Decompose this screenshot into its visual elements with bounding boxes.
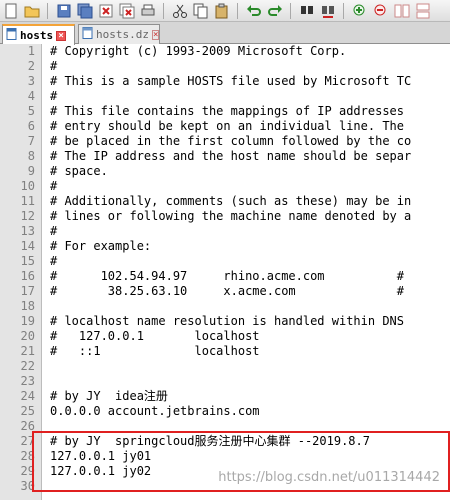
code-line[interactable] (42, 299, 450, 314)
line-number: 12 (20, 209, 35, 223)
line-number: 8 (27, 149, 35, 163)
tab-bar: hosts × hosts.dz × (0, 22, 450, 45)
redo-icon[interactable] (266, 2, 283, 19)
code-line[interactable]: # This file contains the mappings of IP … (42, 104, 450, 119)
toolbar-separator (237, 2, 238, 19)
save-all-icon[interactable] (76, 2, 93, 19)
cut-icon[interactable] (171, 2, 188, 19)
line-number: 9 (27, 164, 35, 178)
line-number: 16 (20, 269, 35, 283)
save-icon[interactable] (55, 2, 72, 19)
line-number: 11 (20, 194, 35, 208)
line-number: 13 (20, 224, 35, 238)
tab-hosts-dz[interactable]: hosts.dz × (78, 24, 160, 44)
line-number: 10 (20, 179, 35, 193)
line-number: 19 (20, 314, 35, 328)
code-line[interactable]: # (42, 224, 450, 239)
line-number: 26 (20, 419, 35, 433)
line-number: 22 (20, 359, 35, 373)
line-number: 3 (27, 74, 35, 88)
find-icon[interactable] (298, 2, 315, 19)
code-line[interactable] (42, 374, 450, 389)
close-all-icon[interactable] (118, 2, 135, 19)
print-icon[interactable] (139, 2, 156, 19)
code-line[interactable]: # be placed in the first column followed… (42, 134, 450, 149)
line-number: 14 (20, 239, 35, 253)
line-number: 1 (27, 44, 35, 58)
line-number: 17 (20, 284, 35, 298)
code-line[interactable]: # entry should be kept on an individual … (42, 119, 450, 134)
line-number: 4 (27, 89, 35, 103)
close-tab-icon[interactable]: × (151, 29, 160, 40)
code-line[interactable]: # 127.0.0.1 localhost (42, 329, 450, 344)
new-file-icon[interactable] (2, 2, 19, 19)
line-number: 25 (20, 404, 35, 418)
code-line[interactable]: # 38.25.63.10 x.acme.com # (42, 284, 450, 299)
close-icon[interactable] (97, 2, 114, 19)
line-number: 29 (20, 464, 35, 478)
code-line[interactable]: 0.0.0.0 account.jetbrains.com (42, 404, 450, 419)
line-number: 5 (27, 104, 35, 118)
replace-icon[interactable] (319, 2, 336, 19)
code-line[interactable]: # This is a sample HOSTS file used by Mi… (42, 74, 450, 89)
code-line[interactable]: # Copyright (c) 1993-2009 Microsoft Corp… (42, 44, 450, 59)
line-number: 15 (20, 254, 35, 268)
code-line[interactable]: # (42, 89, 450, 104)
code-line[interactable] (42, 359, 450, 374)
open-file-icon[interactable] (23, 2, 40, 19)
code-line[interactable]: # lines or following the machine name de… (42, 209, 450, 224)
undo-icon[interactable] (245, 2, 262, 19)
line-number: 27 (20, 434, 35, 448)
toolbar-separator (47, 2, 48, 19)
code-line[interactable]: # by JY springcloud服务注册中心集群 --2019.8.7 (42, 434, 450, 449)
toolbar-separator (163, 2, 164, 19)
sync-h-icon[interactable] (414, 2, 431, 19)
code-line[interactable]: # ::1 localhost (42, 344, 450, 359)
file-icon (82, 27, 93, 42)
line-number: 23 (20, 374, 35, 388)
code-line[interactable]: # For example: (42, 239, 450, 254)
toolbar-separator (343, 2, 344, 19)
zoom-out-icon[interactable] (372, 2, 389, 19)
code-line[interactable]: # (42, 59, 450, 74)
close-tab-icon[interactable]: × (56, 30, 67, 41)
code-line[interactable]: 127.0.0.1 jy01 (42, 449, 450, 464)
paste-icon[interactable] (213, 2, 230, 19)
code-line[interactable]: # by JY idea注册 (42, 389, 450, 404)
code-line[interactable]: # The IP address and the host name shoul… (42, 149, 450, 164)
toolbar (0, 0, 450, 22)
sync-v-icon[interactable] (393, 2, 410, 19)
line-number: 28 (20, 449, 35, 463)
toolbar-separator (290, 2, 291, 19)
code-line[interactable]: # (42, 179, 450, 194)
line-number: 6 (27, 119, 35, 133)
code-line[interactable]: # Additionally, comments (such as these)… (42, 194, 450, 209)
editor[interactable]: 1 2 3 4 5 6 7 8 9 10 11 12 13 14 15 16 17 18 19 20 21 22 23 24 2… (0, 44, 450, 500)
file-icon (6, 28, 17, 43)
line-number: 21 (20, 344, 35, 358)
line-number-gutter: 1 2 3 4 5 6 7 8 9 10 11 12 13 14 15 16 17 18 19 20 21 22 23 24 2… (0, 44, 42, 500)
zoom-in-icon[interactable] (351, 2, 368, 19)
line-number: 24 (20, 389, 35, 403)
code-line[interactable] (42, 419, 450, 434)
code-line[interactable]: # localhost name resolution is handled w… (42, 314, 450, 329)
line-number: 7 (27, 134, 35, 148)
copy-icon[interactable] (192, 2, 209, 19)
watermark: https://blog.csdn.net/u011314442 (218, 470, 440, 485)
tab-hosts[interactable]: hosts × (2, 24, 75, 45)
tab-label: hosts (20, 29, 54, 42)
tab-label: hosts.dz (96, 28, 149, 41)
line-number: 18 (20, 299, 35, 313)
code-line[interactable]: # (42, 254, 450, 269)
line-number: 20 (20, 329, 35, 343)
line-number: 30 (20, 479, 35, 493)
code-line[interactable]: # space. (42, 164, 450, 179)
code-line[interactable]: # 102.54.94.97 rhino.acme.com # (42, 269, 450, 284)
line-number: 2 (27, 59, 35, 73)
code-area[interactable]: # Copyright (c) 1993-2009 Microsoft Corp… (42, 44, 450, 500)
